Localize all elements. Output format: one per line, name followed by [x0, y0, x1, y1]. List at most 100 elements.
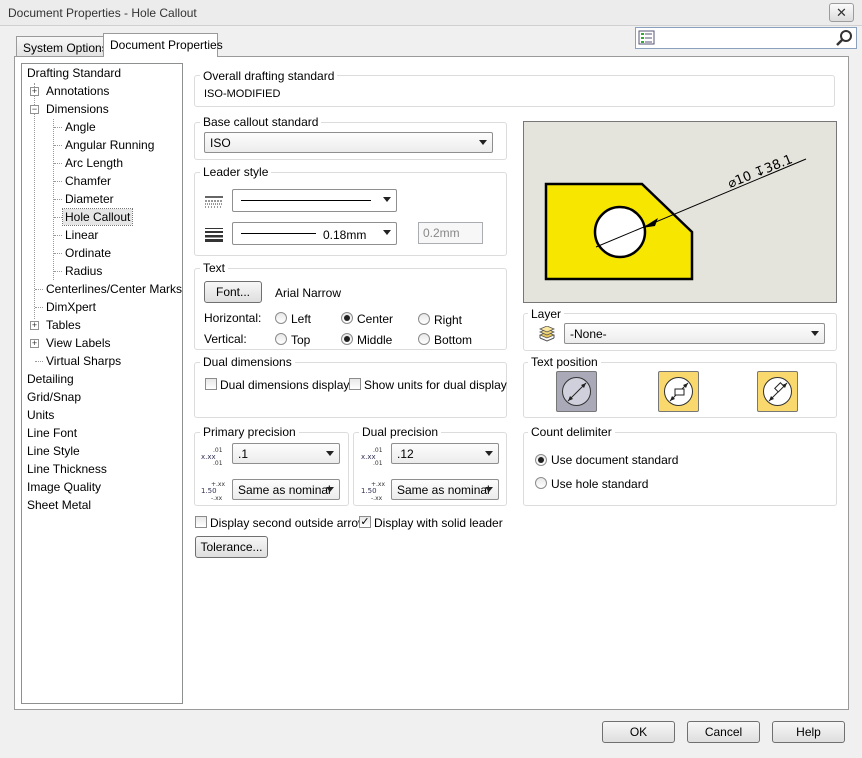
close-button[interactable]: ✕ [829, 3, 854, 22]
line-style-icon [205, 196, 223, 208]
v-middle-radio[interactable] [341, 333, 353, 345]
window-title: Document Properties - Hole Callout [8, 6, 197, 20]
precision-icon: .01 x.xx .01 [201, 447, 223, 465]
tree-item-linear[interactable]: Linear [63, 227, 100, 243]
count-delimiter-label: Count delimiter [528, 425, 615, 439]
expand-icon[interactable]: + [30, 339, 39, 348]
use-hole-standard-radio[interactable] [535, 477, 547, 489]
dual-tolerance-select[interactable]: Same as nominal [391, 479, 499, 500]
tree-item-arc-length[interactable]: Arc Length [63, 155, 125, 171]
use-document-standard-radio[interactable] [535, 454, 547, 466]
primary-precision-select[interactable]: .1 [232, 443, 340, 464]
v-middle-label: Middle [357, 333, 393, 347]
search-input[interactable] [635, 27, 857, 49]
thickness-value: 0.18mm [323, 228, 367, 242]
chevron-down-icon [383, 197, 391, 202]
chevron-down-icon [326, 451, 334, 456]
callout-text: ⌀10 ↧38.1 [726, 152, 795, 192]
tree-item-diameter[interactable]: Diameter [63, 191, 116, 207]
ok-button[interactable]: OK [602, 721, 675, 743]
cancel-button[interactable]: Cancel [687, 721, 760, 743]
layer-label: Layer [528, 307, 565, 321]
h-right-radio[interactable] [418, 313, 430, 325]
text-group-label: Text [200, 261, 229, 275]
outside-arrow-checkbox[interactable] [195, 516, 207, 528]
expand-icon[interactable]: + [30, 321, 39, 330]
magnifier-icon[interactable] [836, 29, 854, 47]
tree-item-drafting-standard[interactable]: Drafting Standard [25, 65, 123, 81]
preview-drawing: ⌀10 ↧38.1 [544, 152, 807, 281]
use-hole-standard-label: Use hole standard [551, 477, 649, 491]
line-sample [241, 200, 371, 201]
tree-item-angular-running[interactable]: Angular Running [63, 137, 156, 153]
tree-item-angle[interactable]: Angle [63, 119, 98, 135]
tree-item-line-style[interactable]: Line Style [25, 443, 82, 459]
primary-tolerance-select[interactable]: Same as nominal [232, 479, 340, 500]
tree-item-hole-callout[interactable]: Hole Callout [61, 208, 134, 226]
v-top-radio[interactable] [275, 333, 287, 345]
tree-item-dimensions[interactable]: Dimensions [44, 101, 111, 117]
leader-style-label: Leader style [200, 165, 272, 179]
chevron-down-icon [383, 230, 391, 235]
tree-item-centerlines[interactable]: Centerlines/Center Marks [44, 281, 182, 297]
tab-document-properties[interactable]: Document Properties [103, 33, 223, 57]
dual-precision-select[interactable]: .12 [391, 443, 499, 464]
dual-display-label: Dual dimensions display [220, 378, 350, 392]
help-button[interactable]: Help [772, 721, 845, 743]
svg-text:-.xx: -.xx [211, 495, 223, 500]
tree-item-ordinate[interactable]: Ordinate [63, 245, 113, 261]
base-callout-select[interactable]: ISO [204, 132, 493, 153]
tree-item-image-quality[interactable]: Image Quality [25, 479, 103, 495]
use-document-standard-label: Use document standard [551, 453, 679, 467]
dual-units-label: Show units for dual display [364, 378, 507, 392]
tree-item-radius[interactable]: Radius [63, 263, 104, 279]
layer-value: -None- [570, 327, 607, 341]
text-position-aligned-button[interactable] [757, 371, 798, 412]
text-position-broken-button[interactable] [658, 371, 699, 412]
dual-units-checkbox[interactable] [349, 378, 361, 390]
tree-item-virtual-sharps[interactable]: Virtual Sharps [44, 353, 123, 369]
custom-thickness-input[interactable]: 0.2mm [418, 222, 483, 244]
line-sample [241, 233, 316, 234]
leader-thickness-select[interactable]: 0.18mm [232, 222, 397, 245]
chevron-down-icon [485, 487, 493, 492]
tree-item-chamfer[interactable]: Chamfer [63, 173, 113, 189]
svg-text:-.xx: -.xx [371, 495, 383, 500]
tree-item-dimxpert[interactable]: DimXpert [44, 299, 98, 315]
tab-system-options[interactable]: System Options [16, 36, 108, 57]
tree-item-grid-snap[interactable]: Grid/Snap [25, 389, 83, 405]
h-left-radio[interactable] [275, 312, 287, 324]
primary-precision-label: Primary precision [200, 425, 299, 439]
font-button[interactable]: Font... [204, 281, 262, 303]
h-center-label: Center [357, 312, 394, 326]
solid-leader-checkbox[interactable]: ✓ [359, 516, 371, 528]
tree-item-annotations[interactable]: Annotations [44, 83, 111, 99]
font-name: Arial Narrow [275, 286, 342, 300]
tree-item-units[interactable]: Units [25, 407, 56, 423]
horizontal-label: Horizontal: [204, 311, 262, 325]
tolerance-button[interactable]: Tolerance... [195, 536, 268, 558]
dimension-inline-icon [567, 382, 587, 402]
leader-line-style-select[interactable] [232, 189, 397, 212]
tree-line [34, 83, 35, 319]
v-bottom-radio[interactable] [418, 333, 430, 345]
options-tree[interactable]: + − + + Drafting Standard Annotations Di… [21, 63, 183, 704]
collapse-icon[interactable]: − [30, 105, 39, 114]
chevron-down-icon [485, 451, 493, 456]
layer-select[interactable]: -None- [564, 323, 825, 344]
tree-item-view-labels[interactable]: View Labels [44, 335, 113, 351]
text-position-inline-button[interactable] [556, 371, 597, 412]
h-center-radio[interactable] [341, 312, 353, 324]
tree-item-tables[interactable]: Tables [44, 317, 83, 333]
overall-standard-label: Overall drafting standard [200, 69, 338, 83]
count-delimiter-group [523, 432, 837, 506]
tree-item-detailing[interactable]: Detailing [25, 371, 76, 387]
chevron-down-icon [479, 140, 487, 145]
tree-item-line-font[interactable]: Line Font [25, 425, 79, 441]
expand-icon[interactable]: + [30, 87, 39, 96]
tree-item-line-thickness[interactable]: Line Thickness [25, 461, 109, 477]
tree-item-sheet-metal[interactable]: Sheet Metal [25, 497, 93, 513]
dual-display-checkbox[interactable] [205, 378, 217, 390]
tolerance-precision-icon: +.xx 1.50 -.xx [361, 481, 385, 500]
v-bottom-label: Bottom [434, 333, 473, 347]
